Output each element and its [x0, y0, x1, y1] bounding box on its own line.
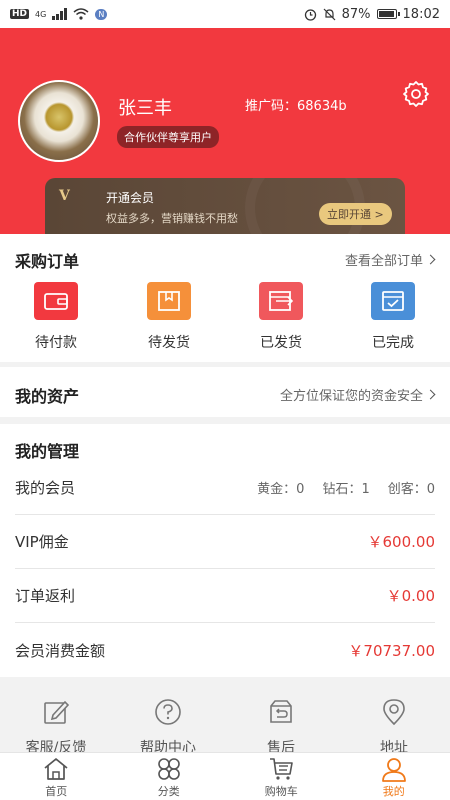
- maker-count: 创客：0: [387, 482, 435, 497]
- order-completed[interactable]: 已完成: [348, 282, 438, 352]
- partner-badge: 合作伙伴尊享用户: [117, 126, 219, 148]
- member-spend-label: 会员消费金额: [15, 641, 106, 660]
- vip-commission-label: VIP佣金: [15, 533, 69, 551]
- nfc-icon: N: [95, 8, 108, 20]
- order-pending-payment-label: 待付款: [35, 335, 77, 351]
- vip-badge-icon: V: [59, 188, 70, 204]
- tab-home-label: 首页: [45, 785, 68, 798]
- address[interactable]: 地址: [344, 697, 444, 757]
- assets-title: 我的资产: [15, 387, 80, 406]
- completed-check-icon: [371, 282, 415, 320]
- bottom-tab-bar: 首页 分类 购物车 我的: [0, 752, 450, 800]
- cart-icon: [270, 758, 294, 780]
- order-shipped-label: 已发货: [260, 335, 302, 351]
- alarm-icon: [304, 8, 316, 21]
- vip-banner[interactable]: V 开通会员 权益多多，营销赚钱不用愁 立即开通 >: [45, 178, 405, 238]
- profile-header: 张三丰 推广码：68634b 合作伙伴尊享用户 V 开通会员 权益多多，营销赚钱…: [0, 28, 450, 238]
- gold-count: 黄金：0: [257, 482, 305, 497]
- vip-commission-value: ￥600.00: [367, 533, 436, 551]
- username: 张三丰: [118, 98, 172, 119]
- vip-open-button[interactable]: 立即开通 >: [319, 203, 392, 225]
- status-bar: HD 4G N 87% 18:02: [0, 0, 450, 28]
- status-right: 87% 18:02: [304, 7, 440, 22]
- mute-icon: [323, 8, 336, 20]
- hd-badge: HD: [10, 9, 30, 19]
- tab-cart[interactable]: 购物车: [225, 753, 338, 800]
- vip-commission-row[interactable]: VIP佣金 ￥600.00: [15, 515, 435, 569]
- view-all-orders-link[interactable]: 查看全部订单: [344, 250, 436, 269]
- help-icon: [155, 699, 181, 725]
- order-completed-label: 已完成: [372, 335, 414, 351]
- tab-mine[interactable]: 我的: [338, 753, 450, 800]
- order-pending-shipment-label: 待发货: [148, 335, 190, 351]
- clock: 18:02: [402, 6, 440, 22]
- assets-link-label: 全方位保证您的资金安全: [279, 389, 423, 404]
- battery-icon: [376, 9, 400, 19]
- view-all-orders-label: 查看全部订单: [344, 254, 423, 269]
- chevron-right-icon: [425, 254, 436, 265]
- after-sales[interactable]: 售后: [231, 697, 331, 757]
- tab-cart-label: 购物车: [264, 785, 298, 798]
- order-rebate-label: 订单返利: [15, 587, 76, 605]
- order-pending-shipment[interactable]: 待发货: [124, 282, 214, 352]
- return-icon: [270, 700, 292, 723]
- tools-row: 客服/反馈 帮助中心 售后 地址: [0, 677, 450, 756]
- help-center[interactable]: 帮助中心: [118, 697, 218, 757]
- purchase-orders-section: 采购订单 查看全部订单 待付款 待发货 已发货 已完成: [0, 234, 450, 362]
- member-spend-row[interactable]: 会员消费金额 ￥70737.00: [15, 623, 435, 677]
- wifi-icon: [73, 8, 89, 20]
- customer-service-feedback[interactable]: 客服/反馈: [6, 697, 106, 757]
- order-rebate-row[interactable]: 订单返利 ￥0.00: [15, 569, 435, 623]
- diamond-count: 钻石：1: [322, 482, 370, 497]
- orders-title: 采购订单: [15, 252, 80, 271]
- battery-percent: 87%: [341, 6, 371, 22]
- my-assets-row[interactable]: 我的资产 全方位保证您的资金安全: [0, 367, 450, 417]
- status-left: HD 4G N: [10, 8, 108, 20]
- network-type: 4G: [35, 9, 47, 19]
- my-members-row[interactable]: 我的会员 黄金：0 钻石：1 创客：0: [15, 461, 435, 515]
- order-pending-payment[interactable]: 待付款: [11, 282, 101, 352]
- tab-category[interactable]: 分类: [113, 753, 226, 800]
- referral-code[interactable]: 推广码：68634b: [245, 95, 347, 114]
- settings-gear-icon[interactable]: [402, 80, 430, 108]
- assets-link[interactable]: 全方位保证您的资金安全: [279, 385, 436, 404]
- order-shipped[interactable]: 已发货: [236, 282, 326, 352]
- tab-category-label: 分类: [157, 785, 180, 798]
- order-rebate-value: ￥0.00: [386, 587, 435, 605]
- chevron-right-icon: [425, 389, 436, 400]
- management-title: 我的管理: [15, 442, 80, 461]
- shipped-box-icon: [259, 282, 303, 320]
- member-spend-value: ￥70737.00: [348, 641, 435, 660]
- location-icon: [383, 699, 405, 726]
- tab-mine-label: 我的: [382, 785, 405, 798]
- edit-icon: [44, 700, 70, 724]
- avatar[interactable]: [18, 80, 100, 162]
- signal-icon: [52, 8, 68, 20]
- member-stats: 黄金：0 钻石：1 创客：0: [257, 478, 435, 497]
- tab-home[interactable]: 首页: [0, 753, 113, 800]
- wallet-icon: [34, 282, 78, 320]
- user-icon: [381, 758, 406, 782]
- my-management-section: 我的管理 我的会员 黄金：0 钻石：1 创客：0 VIP佣金 ￥600.00 订…: [0, 424, 450, 677]
- vip-title: 开通会员: [106, 191, 155, 205]
- my-members-label: 我的会员: [15, 479, 76, 497]
- package-icon: [147, 282, 191, 320]
- vip-subtitle: 权益多多，营销赚钱不用愁: [106, 212, 238, 225]
- category-icon: [157, 758, 180, 780]
- home-icon: [44, 758, 68, 780]
